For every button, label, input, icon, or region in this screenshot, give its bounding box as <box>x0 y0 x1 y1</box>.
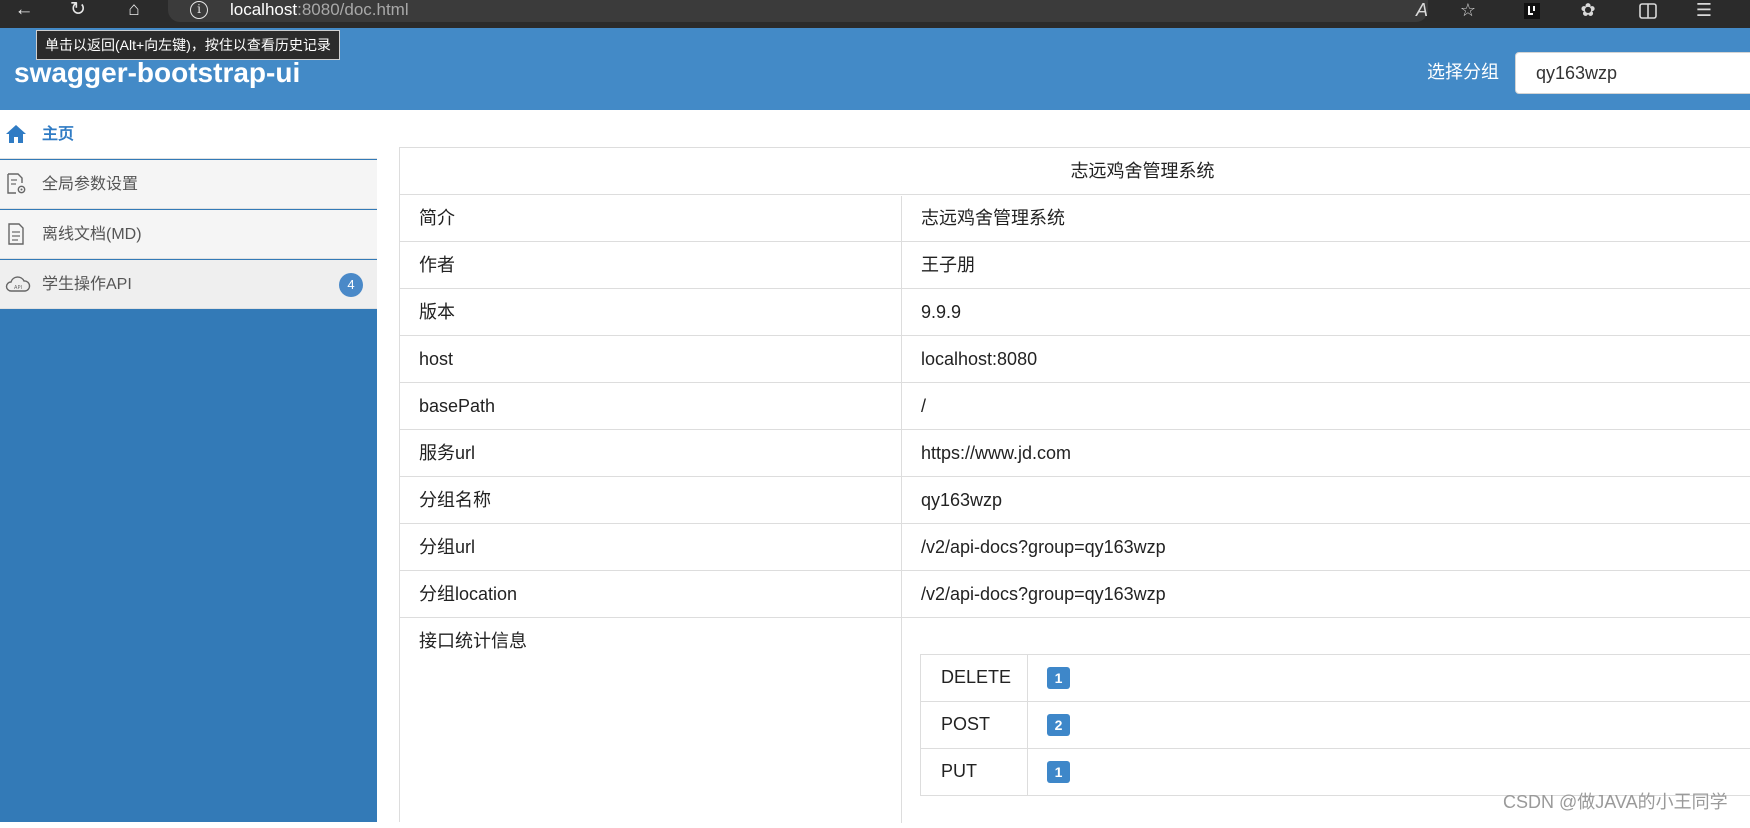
read-aloud-label: A <box>1415 0 1428 20</box>
group-select[interactable]: qy163wzp <box>1515 52 1750 94</box>
table-row: basePath / <box>400 383 1750 430</box>
url-host: localhost <box>230 0 298 19</box>
sidebar-item-global-params[interactable]: 全局参数设置 <box>0 160 377 209</box>
favorites-list-icon[interactable]: ☰ <box>1688 0 1720 22</box>
stats-column-divider <box>1027 749 1028 795</box>
method-count-badge: 1 <box>1047 761 1070 783</box>
row-key: 服务url <box>419 443 476 463</box>
extensions-puzzle-icon[interactable]: ✿ <box>1572 0 1604 22</box>
sidebar-item-home[interactable]: 主页 <box>0 110 377 159</box>
method-count-badge: 1 <box>1047 667 1070 689</box>
stats-column-divider <box>1027 702 1028 748</box>
table-row: 分组location /v2/api-docs?group=qy163wzp <box>400 571 1750 618</box>
row-key: 作者 <box>419 255 455 275</box>
sidebar: 主页 全局参数设置 离线文档(MD) API 学生操作API 4 <box>0 110 377 822</box>
api-count-badge: 4 <box>339 273 363 297</box>
address-bar[interactable]: i localhost:8080/doc.html <box>168 0 1428 22</box>
http-method: PUT <box>941 761 977 781</box>
method-stats-table: DELETE 1 POST 2 PUT 1 <box>920 654 1750 796</box>
url-path: :8080/doc.html <box>297 0 409 19</box>
row-value: /v2/api-docs?group=qy163wzp <box>921 537 1166 557</box>
row-key: 分组url <box>419 537 476 557</box>
stats-label: 接口统计信息 <box>419 631 527 651</box>
sidebar-item-label: 主页 <box>42 126 75 143</box>
favorite-star-icon[interactable]: ☆ <box>1452 0 1484 22</box>
reload-icon[interactable]: ↻ <box>60 0 96 22</box>
table-row: 版本 9.9.9 <box>400 289 1750 336</box>
brand-title: swagger-bootstrap-ui <box>14 57 301 88</box>
read-aloud-icon[interactable]: A <box>1406 0 1438 22</box>
table-row: host localhost:8080 <box>400 336 1750 383</box>
row-key: 版本 <box>419 302 455 322</box>
csdn-watermark: CSDN @做JAVA的小王同学 <box>1503 792 1728 812</box>
row-value: qy163wzp <box>921 490 1003 510</box>
http-method: DELETE <box>941 667 1012 687</box>
site-info-icon[interactable]: i <box>190 1 208 19</box>
home-icon <box>6 125 26 143</box>
row-value: / <box>921 396 927 416</box>
sidebar-item-offline-docs[interactable]: 离线文档(MD) <box>0 210 377 259</box>
home-browser-icon[interactable]: ⌂ <box>116 0 152 22</box>
row-key: basePath <box>419 396 496 416</box>
document-icon <box>8 223 24 245</box>
svg-text:API: API <box>14 285 22 291</box>
sidebar-item-student-api[interactable]: API 学生操作API 4 <box>0 260 377 309</box>
method-count-badge: 2 <box>1047 714 1070 736</box>
row-value: 王子朋 <box>921 255 975 275</box>
table-row: 分组名称 qy163wzp <box>400 477 1750 524</box>
row-value: /v2/api-docs?group=qy163wzp <box>921 584 1166 604</box>
row-value: https://www.jd.com <box>921 443 1072 463</box>
table-row: 作者 王子朋 <box>400 242 1750 289</box>
stats-table-row: DELETE 1 <box>921 655 1750 702</box>
doc-title: 志远鸡舍管理系统 <box>400 148 1750 195</box>
extension-badge-icon[interactable] <box>1516 0 1548 22</box>
table-row: 简介 志远鸡舍管理系统 <box>400 195 1750 242</box>
group-select-label: 选择分组 <box>1427 62 1499 82</box>
sidebar-item-label: 学生操作API <box>42 276 132 293</box>
table-row: 服务url https://www.jd.com <box>400 430 1750 477</box>
row-value: 志远鸡舍管理系统 <box>921 208 1065 228</box>
api-cloud-icon: API <box>5 276 31 292</box>
browser-toolbar: ← ↻ ⌂ i localhost:8080/doc.html A ☆ ✿ ☰ <box>0 0 1750 28</box>
sidebar-item-label: 全局参数设置 <box>42 176 139 193</box>
doc-info-table: 志远鸡舍管理系统 简介 志远鸡舍管理系统 作者 王子朋 版本 9.9.9 hos… <box>399 147 1750 823</box>
stats-column-divider <box>1027 655 1028 701</box>
row-key: 分组location <box>419 584 518 604</box>
split-screen-icon[interactable] <box>1632 0 1664 22</box>
table-row: 分组url /v2/api-docs?group=qy163wzp <box>400 524 1750 571</box>
row-key: 简介 <box>419 208 455 228</box>
settings-document-icon <box>7 173 26 194</box>
url-text[interactable]: localhost:8080/doc.html <box>230 0 409 20</box>
back-button-tooltip: 单击以返回(Alt+向左键)，按住以查看历史记录 <box>36 30 340 60</box>
row-value: localhost:8080 <box>921 349 1038 369</box>
http-method: POST <box>941 714 991 734</box>
row-key: 分组名称 <box>419 490 491 510</box>
stats-table-row: POST 2 <box>921 702 1750 749</box>
back-arrow-icon[interactable]: ← <box>6 0 42 22</box>
sidebar-item-label: 离线文档(MD) <box>42 226 142 243</box>
row-key: host <box>419 349 454 369</box>
stats-table-row: PUT 1 <box>921 749 1750 796</box>
row-value: 9.9.9 <box>921 302 962 322</box>
